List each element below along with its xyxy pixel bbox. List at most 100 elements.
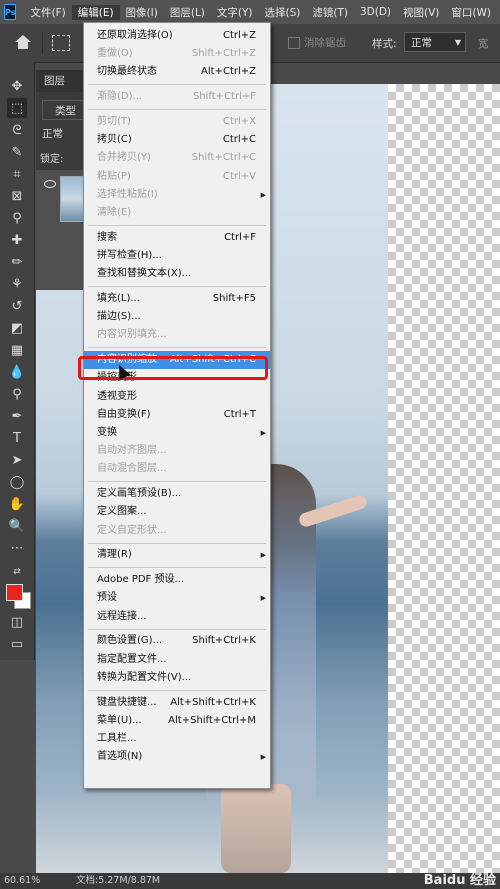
edit-menu-item[interactable]: 定义画笔预设(B)... [84,485,270,503]
submenu-arrow-icon: ▶ [260,551,266,560]
style-label: 样式: [372,38,397,50]
menu-separator [88,689,266,691]
style-select[interactable]: 正常 ▼ [404,32,466,52]
menu-item-shortcut: Ctrl+C [222,134,256,146]
menu-item-label: 拷贝(C) [97,134,132,146]
menu-item-shortcut: Ctrl+T [223,408,256,420]
blur-tool-icon[interactable]: 💧 [7,362,27,382]
pen-tool-icon[interactable]: ✒ [7,406,27,426]
edit-menu-item: 渐隐(D)... Shift+Ctrl+F [84,88,270,106]
edit-menu-item[interactable]: 切换最终状态 Alt+Ctrl+Z [84,63,270,81]
edit-menu-item[interactable]: 填充(L)... Shift+F5 [84,290,270,308]
quick-mask-icon[interactable]: ◫ [7,612,27,632]
healing-brush-icon[interactable]: ✚ [7,230,27,250]
menu-item-label: 内容识别填充... [97,329,167,341]
edit-menu-item[interactable]: 还原取消选择(O) Ctrl+Z [84,27,270,45]
divider [42,32,43,54]
rectangular-marquee-icon[interactable] [52,35,70,51]
quick-select-tool-icon[interactable]: ✎ [7,142,27,162]
menu-item-label: 自由变换(F) [97,408,151,420]
frame-tool-icon[interactable]: ⊠ [7,186,27,206]
menu-item-label: 清理(R) [97,549,132,561]
person-legs [221,784,291,873]
type-tool-icon[interactable]: T [7,428,27,448]
menu-filter[interactable]: 滤镜(T) [306,5,354,20]
edit-menu-item[interactable]: 拷贝(C) Ctrl+C [84,131,270,149]
move-tool-icon[interactable]: ✥ [7,76,27,96]
edit-menu-item[interactable]: 透视变形 [84,388,270,406]
edit-menu-item[interactable]: 首选项(N) ▶ [84,748,270,766]
more-tools-icon[interactable]: ⋯ [7,538,27,558]
menu-item-label: 首选项(N) [97,751,143,763]
screen-mode-icon[interactable]: ▭ [7,634,27,654]
menu-file[interactable]: 文件(F) [24,5,71,20]
menu-item-label: 指定配置文件... [97,653,167,665]
antialias-checkbox[interactable] [288,36,300,49]
edit-menu-item[interactable]: 颜色设置(G)... Shift+Ctrl+K [84,632,270,650]
menu-item-label: 颜色设置(G)... [97,635,163,647]
hand-tool-icon[interactable]: ✋ [7,494,27,514]
menu-item-label: 粘贴(P) [97,170,131,182]
menu-image[interactable]: 图像(I) [120,5,164,20]
edit-menu-item[interactable]: 搜索 Ctrl+F [84,229,270,247]
gradient-tool-icon[interactable]: ▦ [7,340,27,360]
history-brush-icon[interactable]: ↺ [7,296,27,316]
edit-menu-item[interactable]: 指定配置文件... [84,651,270,669]
menu-item-label: 查找和替换文本(X)... [97,268,192,280]
edit-menu-item[interactable]: 菜单(U)... Alt+Shift+Ctrl+M [84,712,270,730]
edit-menu-item[interactable]: 工具栏... [84,730,270,748]
blend-mode-select[interactable]: 正常 [42,126,63,141]
zoom-tool-icon[interactable]: 🔍 [7,516,27,536]
edit-menu-item[interactable]: 变换 ▶ [84,424,270,442]
path-select-icon[interactable]: ➤ [7,450,27,470]
edit-menu-item[interactable]: 查找和替换文本(X)... [84,265,270,283]
menu-item-shortcut: Shift+F5 [212,293,256,304]
edit-menu-dropdown: 还原取消选择(O) Ctrl+Z 重做(O) Shift+Ctrl+Z 切换最终状态 Al… [83,22,271,789]
ellipse-tool-icon[interactable]: ◯ [7,472,27,492]
edit-menu-item[interactable]: 拼写检查(H)... [84,247,270,265]
eraser-tool-icon[interactable]: ◩ [7,318,27,338]
edit-menu-item[interactable]: 自由变换(F) Ctrl+T [84,406,270,424]
chevron-down-icon: ▼ [454,38,461,47]
edit-menu-item[interactable]: Adobe PDF 预设... [84,571,270,589]
submenu-arrow-icon: ▶ [260,429,266,437]
menu-item-label: 还原取消选择(O) [97,30,173,41]
menu-item-shortcut: Shift+Ctrl+K [192,635,256,647]
edit-menu-item[interactable]: 键盘快捷键... Alt+Shift+Ctrl+K [84,694,270,712]
edit-menu-item[interactable]: 定义图案... [84,503,270,521]
zoom-level[interactable]: 60.61% [4,873,40,889]
swap-colors-icon[interactable]: ⇄ [7,562,27,582]
menu-select[interactable]: 选择(S) [259,5,307,20]
edit-menu-item[interactable]: 描边(S)... [84,308,270,326]
width-label: 宽 [478,38,489,50]
crop-tool-icon[interactable]: ⌗ [7,164,27,184]
antialias-label: 消除锯齿 [304,37,346,49]
edit-menu-item[interactable]: 转换为配置文件(V)... [84,669,270,687]
menu-item-label: 透视变形 [97,390,137,402]
edit-menu-item[interactable]: 清理(R) ▶ [84,546,270,564]
home-icon[interactable] [14,34,32,50]
edit-menu-item[interactable]: 预设 ▶ [84,589,270,607]
lasso-tool-icon[interactable]: ᘓ [7,120,27,140]
brush-tool-icon[interactable]: ✏ [7,252,27,272]
menu-3d[interactable]: 3D(D) [354,6,397,18]
menu-item-label: 填充(L)... [97,293,140,304]
menu-item-label: 自动混合图层... [97,463,167,475]
edit-menu-item[interactable]: 远程连接... [84,608,270,626]
foreground-color-swatch[interactable] [6,584,23,601]
menu-view[interactable]: 视图(V) [397,5,445,20]
antialias-option[interactable]: 消除锯齿 [288,35,346,50]
menu-type[interactable]: 文字(Y) [211,5,259,20]
eyedropper-tool-icon[interactable]: ⚲ [7,208,27,228]
eye-icon[interactable] [44,180,56,188]
menu-item-shortcut: Ctrl+V [222,170,256,182]
menu-separator [88,628,266,630]
dodge-tool-icon[interactable]: ⚲ [7,384,27,404]
submenu-arrow-icon: ▶ [260,594,266,603]
menu-layer[interactable]: 图层(L) [164,5,211,20]
marquee-tool-icon[interactable]: ⬚ [7,98,27,118]
menu-window[interactable]: 窗口(W) [445,5,497,20]
menu-item-label: 剪切(T) [97,116,131,127]
menu-edit[interactable]: 编辑(E) [71,4,120,20]
clone-stamp-icon[interactable]: ⚘ [7,274,27,294]
